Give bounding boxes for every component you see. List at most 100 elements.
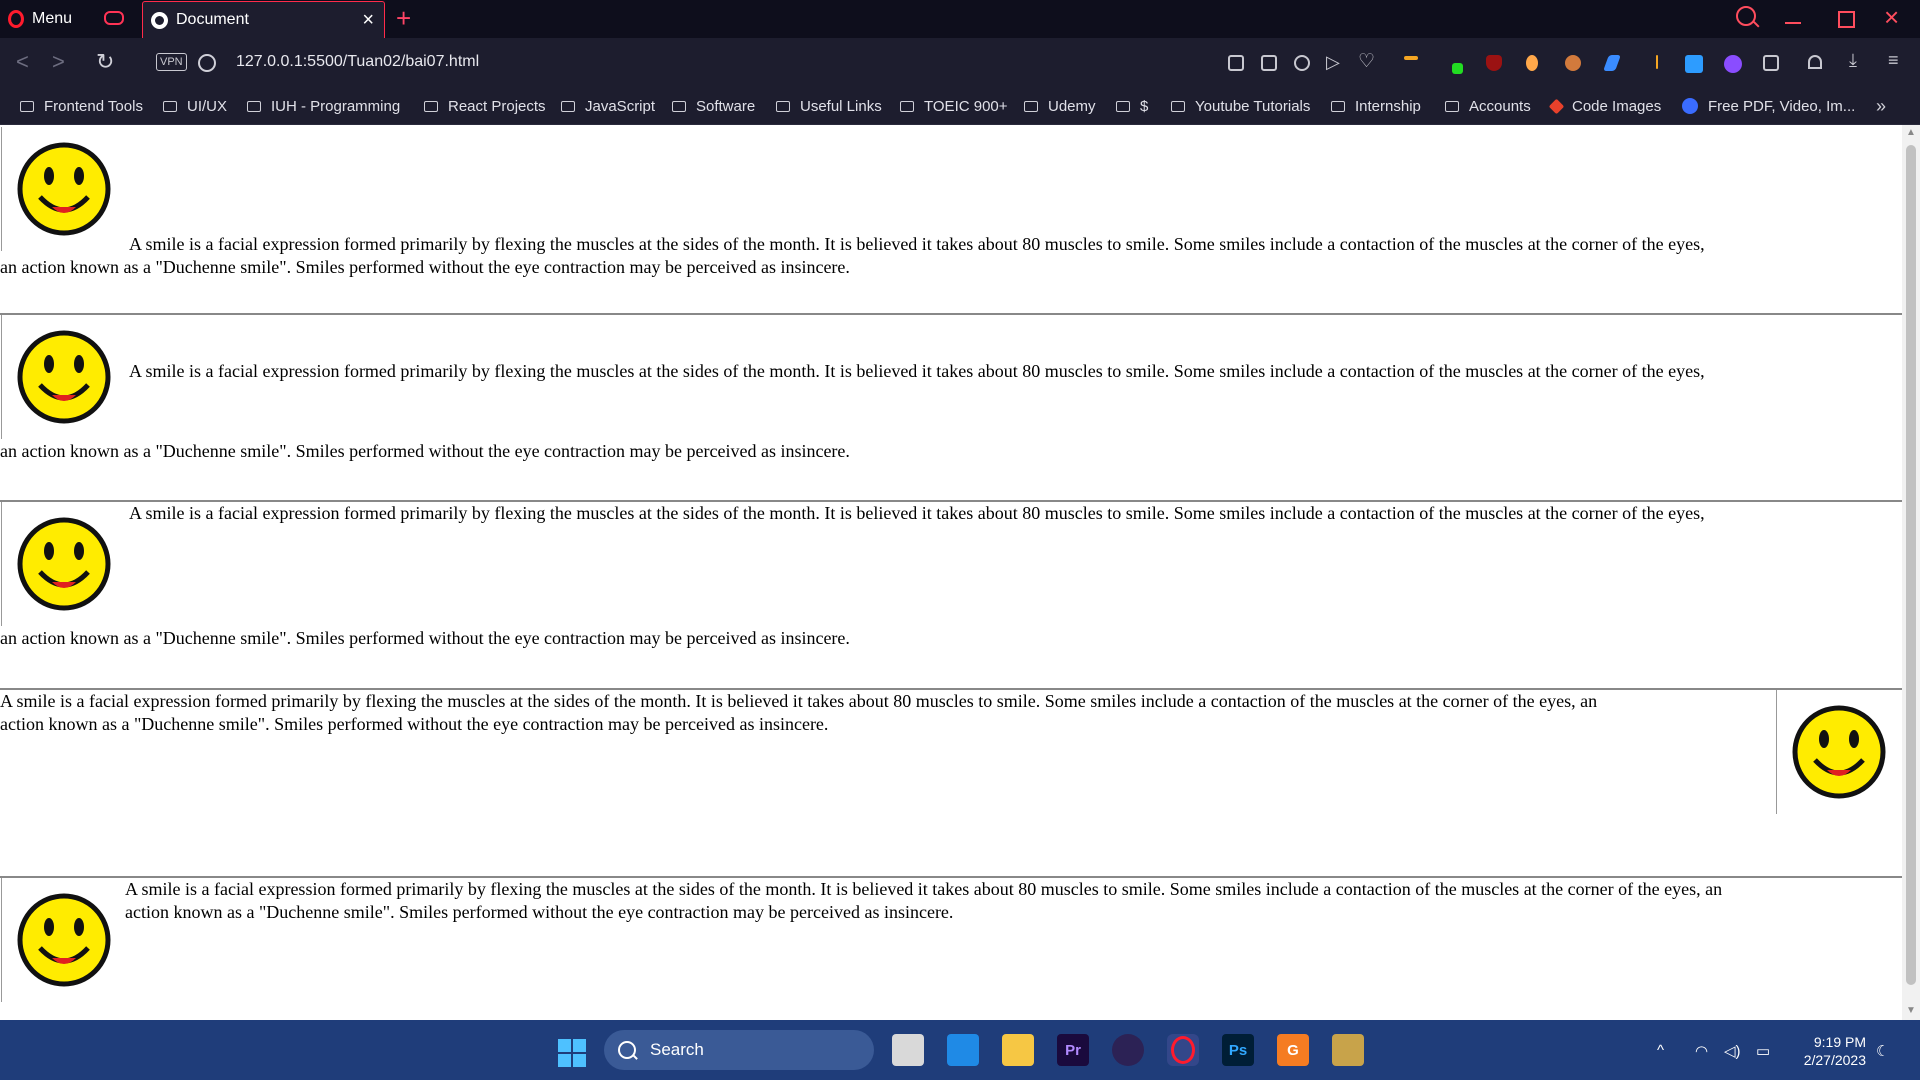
- edit-icon[interactable]: [1228, 55, 1244, 71]
- gaming-controller-icon[interactable]: [104, 11, 124, 25]
- scroll-down-arrow-icon[interactable]: ▼: [1906, 1005, 1916, 1016]
- opera-menu-button[interactable]: Menu: [8, 7, 72, 31]
- notifications-icon[interactable]: ☾: [1876, 1042, 1889, 1060]
- heart-icon[interactable]: ♡: [1358, 50, 1375, 73]
- play-icon[interactable]: ▷: [1326, 52, 1340, 73]
- extensions-box-icon[interactable]: [1763, 55, 1779, 71]
- back-button[interactable]: <: [16, 50, 29, 74]
- bookmark-frontend-tools[interactable]: Frontend Tools: [20, 94, 143, 118]
- bookmark-iuh-programming[interactable]: IUH - Programming: [247, 94, 400, 118]
- site-info-icon[interactable]: [198, 54, 216, 72]
- bookmark-useful-links[interactable]: Useful Links: [776, 94, 882, 118]
- folder-icon: [1171, 100, 1185, 112]
- maximize-button[interactable]: [1838, 11, 1855, 28]
- bookmark-react-projects[interactable]: React Projects: [424, 94, 546, 118]
- tab-search-icon[interactable]: [1736, 6, 1756, 26]
- wifi-icon[interactable]: ◠: [1695, 1042, 1708, 1060]
- vertical-scrollbar[interactable]: ▲ ▼: [1902, 125, 1920, 1020]
- hammer-extension-icon[interactable]: [1404, 56, 1418, 60]
- windows-logo-pane: [573, 1054, 586, 1067]
- bookmark-dollar[interactable]: $: [1116, 94, 1148, 118]
- opera-app-icon[interactable]: [1167, 1034, 1199, 1066]
- forward-button[interactable]: >: [52, 50, 65, 74]
- download-icon[interactable]: ⤓: [1849, 50, 1857, 71]
- smiley-image: [1, 315, 125, 439]
- bookmark-toeic[interactable]: TOEIC 900+: [900, 94, 1008, 118]
- close-window-button[interactable]: ×: [1884, 2, 1899, 32]
- file-explorer-app-icon[interactable]: [1002, 1034, 1034, 1066]
- photoshop-app-icon[interactable]: Ps: [1222, 1034, 1254, 1066]
- app-icon[interactable]: [1332, 1034, 1364, 1066]
- bookmark-javascript[interactable]: JavaScript: [561, 94, 655, 118]
- more-bookmarks-icon[interactable]: »: [1876, 96, 1886, 117]
- minimize-button[interactable]: [1785, 22, 1801, 24]
- folder-icon: [900, 100, 914, 112]
- vpn-badge[interactable]: VPN: [156, 53, 187, 71]
- battery-icon[interactable]: ▭: [1756, 1042, 1770, 1060]
- bookmark-free-pdf[interactable]: Free PDF, Video, Im...: [1682, 94, 1855, 118]
- bookmark-accounts[interactable]: Accounts: [1445, 94, 1531, 118]
- reload-button[interactable]: ↻: [96, 50, 114, 74]
- bookmark-label: Software: [696, 97, 756, 115]
- new-tab-button[interactable]: +: [396, 4, 411, 32]
- cursor-extension-icon[interactable]: [1656, 55, 1658, 69]
- ad-block-icon[interactable]: [1294, 55, 1310, 71]
- bookmark-youtube-tutorials[interactable]: Youtube Tutorials: [1171, 94, 1310, 118]
- folder-icon: [424, 100, 438, 112]
- bookmark-label: Udemy: [1048, 97, 1096, 115]
- folder-icon: [776, 100, 790, 112]
- tab-document[interactable]: Document ×: [142, 1, 385, 38]
- premiere-pro-app-icon[interactable]: Pr: [1057, 1034, 1089, 1066]
- paragraph-line: an action known as a "Duchenne smile". S…: [0, 628, 850, 648]
- folder-icon: [1116, 100, 1130, 112]
- easy-setup-icon[interactable]: ≡: [1888, 50, 1899, 71]
- start-button[interactable]: [558, 1039, 586, 1067]
- smiley-image: [1776, 690, 1900, 814]
- arrow-extension-icon[interactable]: [1603, 55, 1621, 71]
- file-manager-app-icon[interactable]: [892, 1034, 924, 1066]
- page-viewport: A smile is a facial expression formed pr…: [0, 125, 1902, 1020]
- d-extension-icon[interactable]: [1724, 55, 1742, 73]
- paragraph-line: an action known as a "Duchenne smile". S…: [0, 257, 850, 277]
- bookmark-code-images[interactable]: Code Images: [1548, 94, 1661, 118]
- windows-logo-pane: [558, 1054, 571, 1067]
- smiley-image: [1, 127, 125, 251]
- bookmark-label: IUH - Programming: [271, 97, 401, 115]
- smiley-image: [1, 878, 125, 1002]
- paragraph-line: A smile is a facial expression formed pr…: [129, 361, 1705, 381]
- bookmarks-bar: Frontend Tools UI/UX IUH - Programming R…: [0, 88, 1920, 125]
- windows-logo-pane: [558, 1039, 571, 1052]
- clock-date: 2/27/2023: [1803, 1052, 1866, 1068]
- url-field[interactable]: 127.0.0.1:5500/Tuan02/bai07.html: [236, 53, 479, 71]
- profile-icon[interactable]: [1808, 55, 1822, 69]
- chevron-up-icon[interactable]: ^: [1657, 1042, 1664, 1059]
- folder-icon: [20, 100, 34, 112]
- camera-icon[interactable]: [1261, 55, 1277, 71]
- orange-extension-icon[interactable]: [1526, 55, 1538, 71]
- scrollbar-thumb[interactable]: [1906, 145, 1916, 985]
- volume-icon[interactable]: ◁): [1724, 1042, 1741, 1060]
- taskbar-search[interactable]: Search: [604, 1030, 874, 1070]
- windows-taskbar: Search Pr Ps G ^ ◠ ◁) ▭ 9:19 PM 2/27/202…: [0, 1020, 1920, 1080]
- droplet-extension-icon[interactable]: [1685, 55, 1703, 73]
- ublock-origin-icon[interactable]: [1486, 55, 1502, 71]
- vscode-app-icon[interactable]: [947, 1034, 979, 1066]
- close-tab-icon[interactable]: ×: [362, 10, 374, 30]
- address-bar-row: < > ↻ VPN 127.0.0.1:5500/Tuan02/bai07.ht…: [0, 38, 1920, 88]
- clock-time: 9:19 PM: [1813, 1034, 1866, 1050]
- bookmark-label: Useful Links: [800, 97, 882, 115]
- opera-logo-icon: [1171, 1036, 1195, 1064]
- pdf-editor-app-icon[interactable]: G: [1277, 1034, 1309, 1066]
- bookmark-ui-ux[interactable]: UI/UX: [163, 94, 227, 118]
- green-extension-icon[interactable]: [1452, 63, 1463, 74]
- bookmark-software[interactable]: Software: [672, 94, 755, 118]
- eclipse-app-icon[interactable]: [1112, 1034, 1144, 1066]
- paragraph-line: A smile is a facial expression formed pr…: [0, 691, 1598, 711]
- scroll-up-arrow-icon[interactable]: ▲: [1906, 127, 1916, 138]
- bookmark-internship[interactable]: Internship: [1331, 94, 1421, 118]
- clock[interactable]: 9:19 PM 2/27/2023: [1790, 1033, 1866, 1069]
- code-images-icon: [1548, 98, 1565, 114]
- search-icon: [618, 1041, 636, 1059]
- bookmark-udemy[interactable]: Udemy: [1024, 94, 1096, 118]
- cookie-icon[interactable]: [1565, 55, 1581, 71]
